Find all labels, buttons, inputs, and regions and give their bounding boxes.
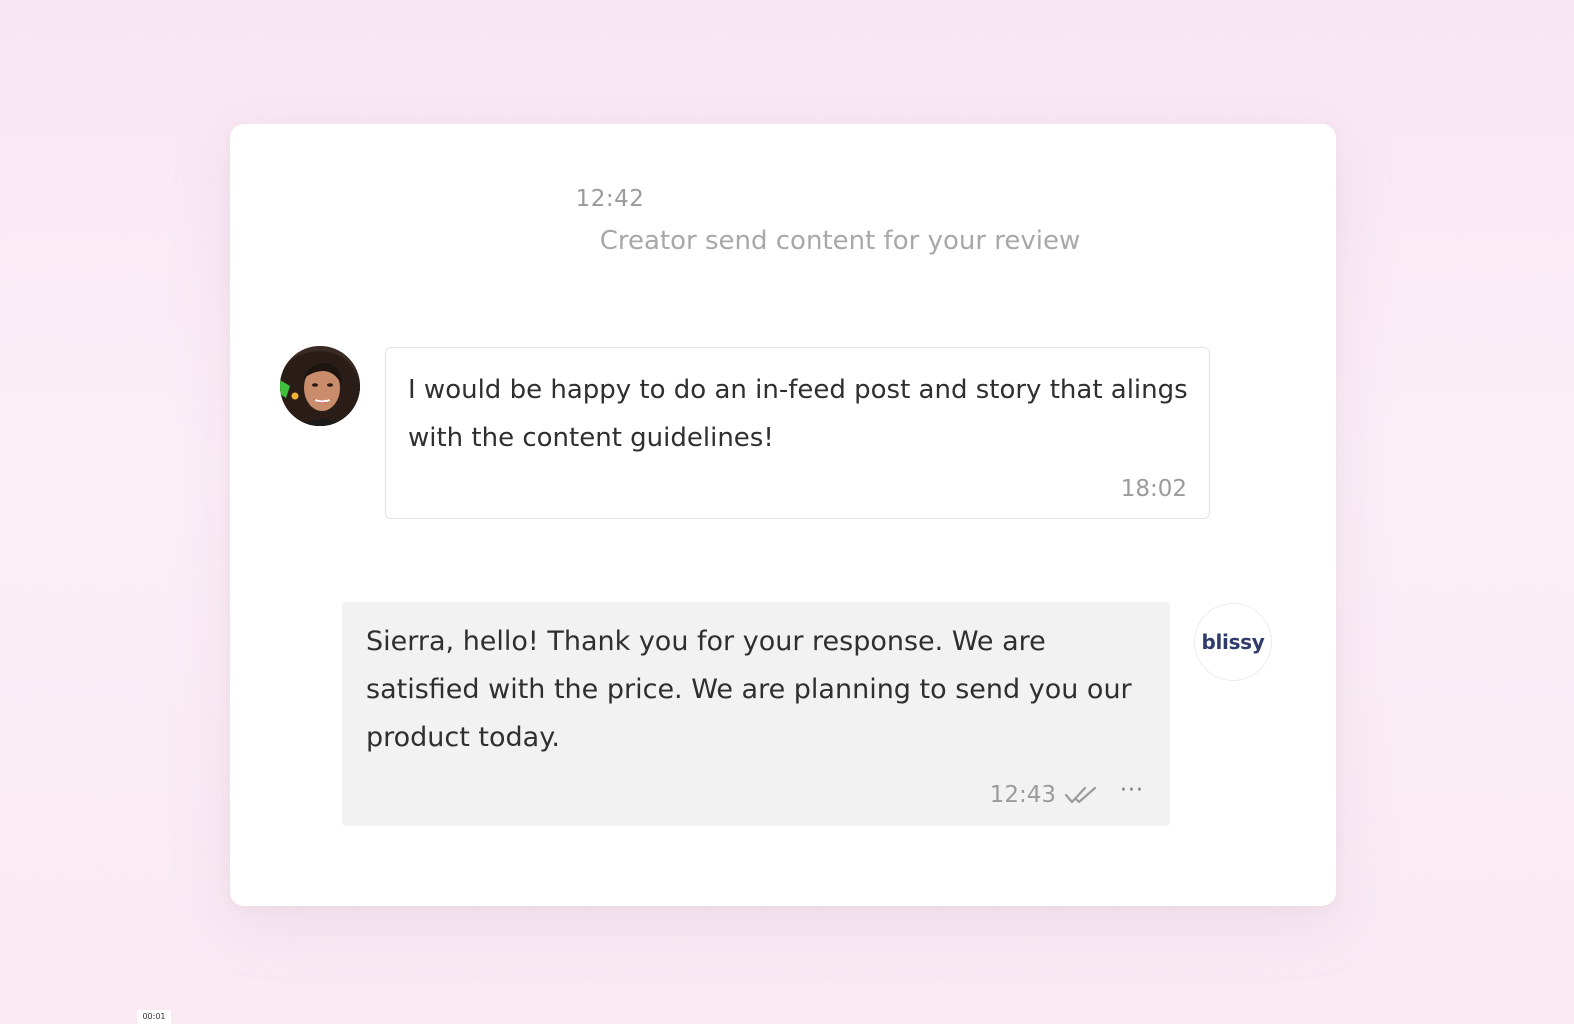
system-event-time: 12:42 (575, 186, 645, 212)
brand-message-text: Sierra, hello! Thank you for your respon… (366, 626, 1132, 753)
brand-logo-text: blissy (1201, 630, 1265, 654)
brand-message-time: 12:43 (989, 782, 1057, 808)
video-timestamp: 00:01 (137, 1010, 171, 1024)
creator-photo-avatar-icon (280, 346, 360, 426)
creator-message-text: I would be happy to do an in-feed post a… (408, 375, 1188, 453)
brand-avatar[interactable]: blissy (1194, 603, 1272, 681)
ellipsis-icon[interactable]: ··· (1120, 780, 1144, 802)
brand-message-bubble[interactable]: Sierra, hello! Thank you for your respon… (342, 602, 1170, 826)
brand-message-meta: 12:43 ··· (989, 780, 1144, 809)
creator-avatar[interactable] (280, 346, 360, 426)
system-event-text: Creator send content for your review (599, 226, 1081, 256)
double-check-icon (1064, 786, 1097, 804)
creator-message-bubble[interactable]: I would be happy to do an in-feed post a… (385, 347, 1210, 519)
creator-message-time: 18:02 (1120, 476, 1187, 502)
